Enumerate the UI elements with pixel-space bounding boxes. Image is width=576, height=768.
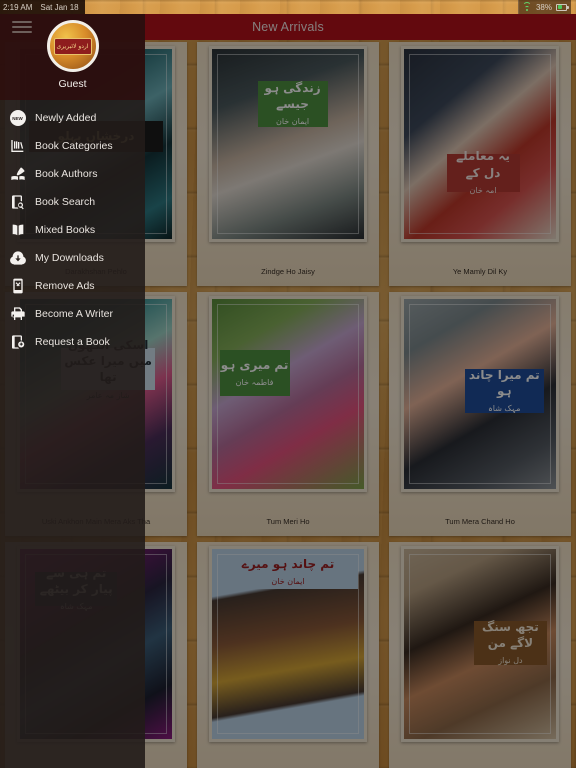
drawer-item-my-downloads[interactable]: My Downloads — [0, 244, 145, 272]
request-book-icon — [9, 334, 26, 351]
avatar-label: اردو لائبریری — [53, 37, 92, 55]
wifi-icon — [522, 2, 532, 11]
status-bar-left: 2:19 AM Sat Jan 18 — [0, 0, 85, 14]
writer-print-icon — [9, 306, 26, 323]
new-badge-icon: NEW — [9, 110, 26, 127]
drawer-item-label: My Downloads — [35, 252, 104, 264]
quill-book-icon — [9, 166, 26, 183]
hamburger-bar — [12, 26, 32, 28]
drawer-item-request-a-book[interactable]: Request a Book — [0, 328, 145, 356]
app-root: درخشاں پہلوDarakhshan Pehloزندگی ہو جیسے… — [0, 0, 576, 768]
drawer-item-book-search[interactable]: Book Search — [0, 188, 145, 216]
drawer-item-label: Book Authors — [35, 168, 98, 180]
drawer-item-label: Request a Book — [35, 336, 110, 348]
drawer-item-label: Book Search — [35, 196, 96, 208]
bookshelf-icon — [9, 138, 26, 155]
drawer-item-label: Book Categories — [35, 140, 113, 152]
download-cloud-icon — [9, 250, 26, 267]
profile-name: Guest — [58, 78, 87, 90]
hamburger-menu-icon[interactable] — [10, 14, 34, 40]
app-logo-avatar[interactable]: اردو لائبریری — [46, 20, 99, 72]
book-search-icon — [9, 194, 26, 211]
status-bar-right: 38% — [517, 0, 571, 14]
drawer-item-newly-added[interactable]: NEW Newly Added — [0, 104, 145, 132]
drawer-item-label: Become A Writer — [35, 308, 114, 320]
drawer-item-remove-ads[interactable]: Remove Ads — [0, 272, 145, 300]
drawer-item-label: Newly Added — [35, 112, 97, 124]
drawer-item-label: Mixed Books — [35, 224, 96, 236]
drawer-item-mixed-books[interactable]: Mixed Books — [0, 216, 145, 244]
open-book-icon — [9, 222, 26, 239]
status-date: Sat Jan 18 — [40, 2, 79, 12]
drawer-item-book-authors[interactable]: Book Authors — [0, 160, 145, 188]
drawer-item-become-a-writer[interactable]: Become A Writer — [0, 300, 145, 328]
status-bar: 2:19 AM Sat Jan 18 38% — [0, 0, 576, 14]
hamburger-bar — [12, 31, 32, 33]
remove-ads-icon — [9, 278, 26, 295]
drawer-item-label: Remove Ads — [35, 280, 95, 292]
status-time: 2:19 AM — [3, 2, 33, 12]
drawer-menu-list: NEW Newly Added Book Categories Book Author… — [0, 100, 145, 768]
hamburger-bar — [12, 21, 32, 23]
battery-percent: 38% — [535, 2, 552, 12]
drawer-item-book-categories[interactable]: Book Categories — [0, 132, 145, 160]
navigation-drawer: اردو لائبریری Guest NEW Newly Added Book C… — [0, 14, 145, 768]
battery-icon — [556, 3, 569, 11]
